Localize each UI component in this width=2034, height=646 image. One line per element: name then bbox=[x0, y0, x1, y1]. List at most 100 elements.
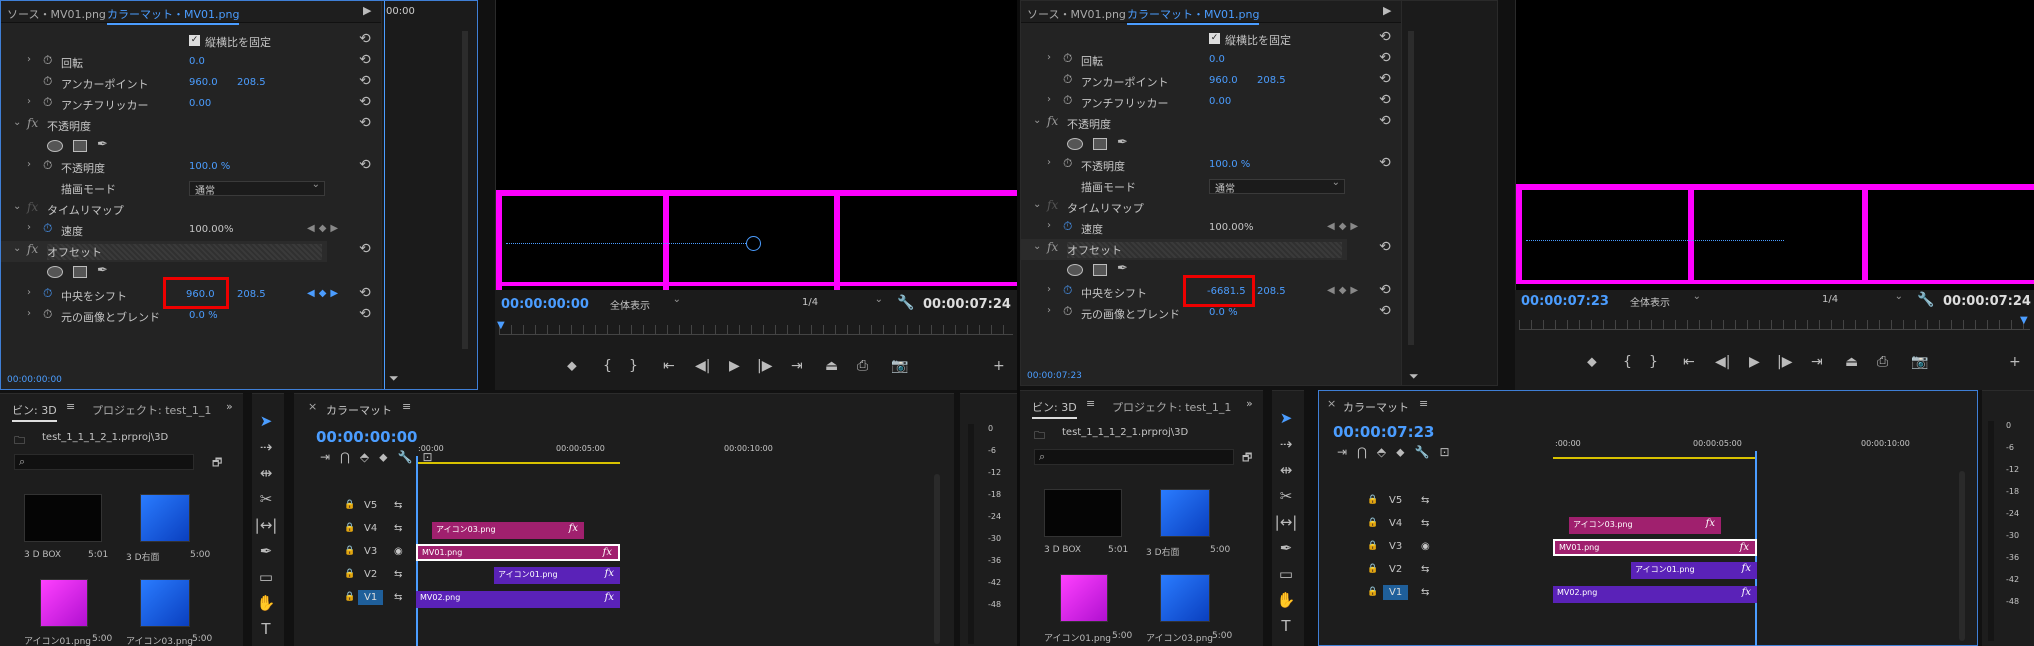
reset-icon[interactable]: ⟲ bbox=[359, 31, 371, 47]
thumbnail-icon03[interactable] bbox=[1160, 574, 1210, 622]
timeline-tab[interactable]: カラーマット bbox=[326, 402, 392, 418]
program-ruler[interactable] bbox=[499, 325, 1013, 335]
more-tabs-icon[interactable]: » bbox=[1246, 397, 1253, 410]
timeline-toolbar[interactable]: ⇥⋂⬘⬥🔧⊡ bbox=[1337, 445, 1460, 460]
speed-value[interactable]: 100.00% bbox=[189, 224, 234, 235]
reset-icon[interactable]: ⟲ bbox=[359, 285, 371, 301]
pen-mask-icon[interactable]: ✒ bbox=[97, 263, 108, 278]
lock-icon[interactable]: 🔒 bbox=[344, 569, 355, 579]
lock-icon[interactable]: 🔒 bbox=[1367, 495, 1378, 505]
clip-v4[interactable]: アイコン03.png fx bbox=[1569, 517, 1721, 534]
stopwatch-icon[interactable]: ⏱ bbox=[1063, 51, 1072, 66]
keyframe-navigator[interactable]: ◀◆▶ bbox=[307, 288, 342, 299]
camera-icon[interactable]: 📷 bbox=[1911, 354, 1928, 370]
tab-effect-controls[interactable]: カラーマット・MV01.png bbox=[1127, 6, 1260, 25]
reset-icon[interactable]: ⟲ bbox=[1379, 155, 1391, 171]
sync-icon[interactable]: ⇆ bbox=[394, 569, 402, 580]
step-back-icon[interactable]: ◀| bbox=[695, 358, 710, 374]
ripple-edit-icon[interactable]: ⇹ bbox=[252, 464, 280, 482]
slip-icon[interactable]: |↔| bbox=[1272, 513, 1300, 531]
program-timecode[interactable]: 00:00:00:00 bbox=[501, 297, 589, 312]
reset-icon[interactable]: ⟲ bbox=[1379, 50, 1391, 66]
play-icon[interactable]: ▶ bbox=[1749, 354, 1760, 370]
clip-v1[interactable]: MV02.png fx bbox=[416, 591, 620, 608]
zoom-select[interactable]: 全体表示 bbox=[1625, 291, 1705, 309]
mini-playhead[interactable] bbox=[1497, 1, 1498, 385]
wrench-icon[interactable]: 🔧 bbox=[897, 295, 914, 311]
ellipse-mask-icon[interactable] bbox=[1067, 138, 1083, 150]
filter-icon[interactable]: ⏷ bbox=[1409, 369, 1419, 384]
marker-icon[interactable]: ⬥ bbox=[567, 358, 577, 374]
chevron-right-icon[interactable]: › bbox=[27, 54, 31, 65]
program-timecode[interactable]: 00:00:07:23 bbox=[1521, 294, 1609, 309]
blend-original-value[interactable]: 0.0 % bbox=[189, 310, 218, 321]
reset-icon[interactable]: ⟲ bbox=[1379, 71, 1391, 87]
anchor-x-value[interactable]: 960.0 bbox=[1209, 75, 1238, 86]
razor-icon[interactable]: ✂ bbox=[1272, 487, 1300, 505]
opacity-value[interactable]: 100.0 % bbox=[1209, 159, 1250, 170]
keyframe-navigator[interactable]: ◀◆▶ bbox=[1327, 285, 1362, 296]
add-button-icon[interactable]: + bbox=[993, 358, 1005, 374]
ripple-edit-icon[interactable]: ⇹ bbox=[1272, 461, 1300, 479]
anchor-crosshair-icon[interactable] bbox=[746, 236, 761, 251]
extract-icon[interactable]: ⎙ bbox=[1877, 354, 1888, 370]
tab-effect-controls[interactable]: カラーマット・MV01.png bbox=[107, 6, 240, 25]
lift-icon[interactable]: ⏏ bbox=[825, 358, 838, 374]
pen-mask-icon[interactable]: ✒ bbox=[1117, 261, 1128, 276]
clip-v1[interactable]: MV02.png fx bbox=[1553, 586, 1757, 603]
shift-center-y-value[interactable]: 208.5 bbox=[237, 289, 266, 300]
go-to-out-icon[interactable]: ⇥ bbox=[791, 358, 803, 374]
stopwatch-icon[interactable]: ⏱ bbox=[1063, 283, 1072, 298]
selection-tool-icon[interactable]: ➤ bbox=[1272, 409, 1300, 427]
opacity-section-row[interactable]: ⌄ fx 不透明度 ⟲ bbox=[1, 115, 477, 136]
go-to-in-icon[interactable]: ⇤ bbox=[663, 358, 675, 374]
blend-mode-select[interactable]: 通常 bbox=[1209, 177, 1345, 195]
out-point-icon[interactable]: } bbox=[629, 358, 638, 374]
stopwatch-icon[interactable]: ⏱ bbox=[43, 286, 52, 301]
reset-icon[interactable]: ⟲ bbox=[1379, 303, 1391, 319]
timeline-timecode[interactable]: 00:00:07:23 bbox=[1333, 423, 1435, 441]
lock-icon[interactable]: 🔒 bbox=[344, 500, 355, 510]
tab-project[interactable]: プロジェクト: test_1_1 bbox=[92, 402, 211, 418]
anchor-y-value[interactable]: 208.5 bbox=[1257, 75, 1286, 86]
menu-icon[interactable]: ≡ bbox=[1086, 397, 1095, 410]
sync-icon[interactable]: ⇆ bbox=[394, 592, 402, 603]
stopwatch-icon[interactable]: ⏱ bbox=[43, 95, 52, 110]
keyframe-navigator[interactable]: ◀◆▶ bbox=[1327, 221, 1362, 232]
sync-icon[interactable]: ⇆ bbox=[1421, 587, 1429, 598]
play-icon[interactable]: ▶ bbox=[729, 358, 740, 374]
sync-icon[interactable]: ⇆ bbox=[394, 523, 402, 534]
anchor-y-value[interactable]: 208.5 bbox=[237, 77, 266, 88]
chevron-right-icon[interactable]: › bbox=[27, 159, 31, 170]
work-area-bar[interactable] bbox=[416, 462, 620, 464]
keyframe-navigator[interactable]: ◀◆▶ bbox=[307, 223, 342, 234]
chevron-right-icon[interactable]: › bbox=[1047, 157, 1051, 168]
stopwatch-icon[interactable]: ⏱ bbox=[43, 74, 52, 89]
lock-icon[interactable]: 🔒 bbox=[344, 523, 355, 533]
anchor-x-value[interactable]: 960.0 bbox=[189, 77, 218, 88]
go-to-out-icon[interactable]: ⇥ bbox=[1811, 354, 1823, 370]
tab-bin[interactable]: ビン: 3D bbox=[12, 402, 57, 422]
type-tool-icon[interactable]: T bbox=[1272, 617, 1300, 635]
pen-tool-icon[interactable]: ✒ bbox=[252, 542, 280, 560]
tab-bin[interactable]: ビン: 3D bbox=[1032, 399, 1077, 419]
rectangle-mask-icon[interactable] bbox=[73, 266, 87, 278]
type-tool-icon[interactable]: T bbox=[252, 620, 280, 638]
reset-icon[interactable]: ⟲ bbox=[359, 94, 371, 110]
reset-icon[interactable]: ⟲ bbox=[359, 157, 371, 173]
lock-aspect-checkbox[interactable]: ✓ bbox=[1209, 33, 1220, 44]
stopwatch-icon[interactable]: ⏱ bbox=[1063, 156, 1072, 171]
chevron-right-icon[interactable]: › bbox=[27, 287, 31, 298]
out-point-icon[interactable]: } bbox=[1649, 354, 1658, 370]
chevron-down-icon[interactable]: ⌄ bbox=[13, 243, 21, 254]
timeline-tab[interactable]: カラーマット bbox=[1343, 399, 1409, 415]
reset-icon[interactable]: ⟲ bbox=[1379, 92, 1391, 108]
play-only-icon[interactable]: ▶ bbox=[1383, 4, 1391, 17]
lock-icon[interactable]: 🔒 bbox=[1367, 564, 1378, 574]
zoom-select[interactable]: 全体表示 bbox=[605, 294, 685, 312]
new-bin-icon[interactable]: 🗗 bbox=[1242, 449, 1252, 468]
clip-v2[interactable]: アイコン01.png fx bbox=[494, 567, 620, 584]
clip-v3[interactable]: MV01.png fx bbox=[1553, 539, 1757, 556]
thumbnail-3d-right[interactable] bbox=[140, 494, 190, 542]
close-icon[interactable]: × bbox=[308, 400, 317, 413]
